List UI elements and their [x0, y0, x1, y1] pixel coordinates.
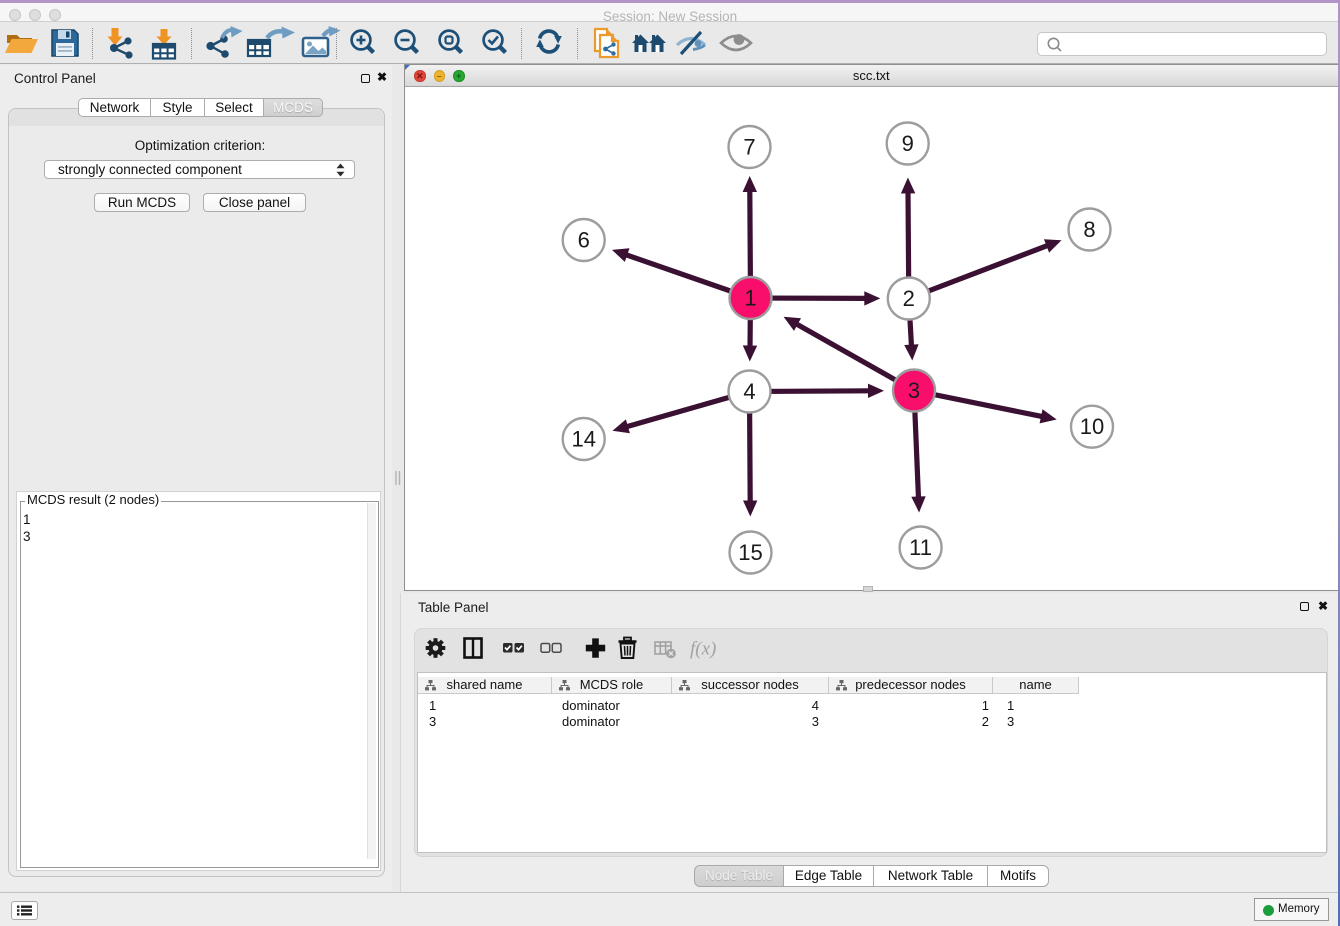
svg-text:11: 11	[909, 535, 932, 560]
svg-text:15: 15	[738, 540, 762, 565]
svg-text:f(x): f(x)	[690, 639, 716, 660]
svg-text:14: 14	[571, 427, 595, 452]
svg-text:10: 10	[1080, 414, 1104, 439]
svg-text:8: 8	[1083, 217, 1095, 242]
svg-text:4: 4	[743, 379, 755, 404]
svg-text:1: 1	[744, 286, 756, 311]
svg-text:6: 6	[578, 228, 590, 253]
svg-text:7: 7	[743, 135, 755, 160]
svg-text:9: 9	[902, 131, 914, 156]
svg-text:3: 3	[908, 378, 920, 403]
svg-text:2: 2	[903, 286, 915, 311]
